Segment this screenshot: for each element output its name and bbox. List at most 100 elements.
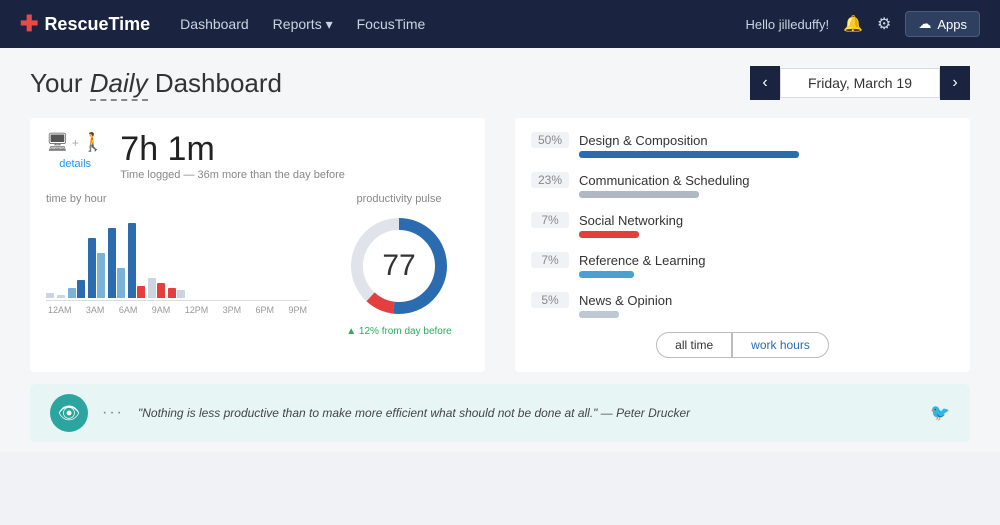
cat-bar-wrap: [579, 271, 954, 278]
right-panel: 50% Design & Composition 23% Communicati…: [515, 118, 970, 372]
cat-bar: [579, 231, 639, 238]
cat-pct: 5%: [531, 292, 569, 308]
eye-symbol: 👁: [58, 403, 81, 424]
bar: [168, 288, 176, 298]
title-prefix: Your: [30, 68, 83, 98]
time-label: 9PM: [288, 305, 307, 315]
nav-hello: Hello jilleduffy!: [746, 17, 830, 32]
time-labels: 12AM 3AM 6AM 9AM 12PM 3PM 6PM 9PM: [46, 305, 309, 315]
cat-name: Communication & Scheduling: [579, 173, 954, 188]
time-label: 12PM: [185, 305, 209, 315]
stats-row: 🖥 + 🚶 details 7h 1m Time logged — 36m mo…: [46, 132, 469, 181]
cat-label-row: 50% Design & Composition: [531, 132, 954, 148]
details-link[interactable]: details: [59, 158, 91, 170]
content-row: 🖥 + 🚶 details 7h 1m Time logged — 36m mo…: [30, 118, 970, 372]
cat-bar: [579, 151, 799, 158]
work-hours-toggle[interactable]: work hours: [732, 332, 829, 358]
time-by-hour: time by hour: [46, 193, 309, 315]
dots-icon[interactable]: ···: [102, 404, 124, 422]
cat-bar: [579, 311, 619, 318]
time-display: 7h 1m: [120, 132, 469, 166]
main-content: Your Daily Dashboard ‹ Friday, March 19 …: [0, 48, 1000, 452]
pulse-sub: ▲ 12% from day before: [329, 326, 469, 337]
cat-bar-wrap: [579, 191, 954, 198]
cat-pct: 7%: [531, 252, 569, 268]
bar: [137, 286, 145, 298]
bar: [177, 290, 185, 298]
title-italic[interactable]: Daily: [90, 68, 148, 101]
twitter-icon[interactable]: 🐦: [930, 403, 950, 423]
apps-button[interactable]: ☁ Apps: [905, 11, 980, 37]
bar-group: [148, 278, 165, 298]
bell-icon[interactable]: 🔔: [843, 14, 863, 34]
device-icons: 🖥 + 🚶 details: [46, 132, 104, 170]
pulse-score: 77: [382, 249, 415, 283]
wrench-icon[interactable]: ⚙: [877, 14, 891, 34]
nav-right: Hello jilleduffy! 🔔 ⚙ ☁ Apps: [746, 11, 981, 37]
time-sub: Time logged — 36m more than the day befo…: [120, 169, 469, 181]
monitor-icon: 🖥: [46, 132, 69, 153]
bar-group: [88, 238, 105, 298]
bar: [88, 238, 96, 298]
donut-chart: 77: [344, 211, 454, 321]
prev-date-button[interactable]: ‹: [750, 66, 780, 100]
quote-text: "Nothing is less productive than to make…: [138, 406, 916, 420]
header-row: Your Daily Dashboard ‹ Friday, March 19 …: [30, 66, 970, 100]
all-time-toggle[interactable]: all time: [656, 332, 732, 358]
cat-bar: [579, 271, 634, 278]
page-title: Your Daily Dashboard: [30, 68, 282, 99]
next-date-button[interactable]: ›: [940, 66, 970, 100]
bar: [68, 288, 76, 298]
nav-dashboard[interactable]: Dashboard: [180, 16, 249, 32]
time-label: 12AM: [48, 305, 72, 315]
cat-pct: 7%: [531, 212, 569, 228]
date-display: Friday, March 19: [780, 68, 940, 98]
bar-group: [108, 228, 125, 298]
cat-name: Social Networking: [579, 213, 954, 228]
cat-bar: [579, 191, 699, 198]
bar: [77, 280, 85, 298]
chart-title: time by hour: [46, 193, 309, 205]
bar-group: [68, 280, 85, 298]
person-icon: 🚶: [82, 132, 104, 153]
apps-label: Apps: [937, 17, 967, 32]
quote-bar: 👁 ··· "Nothing is less productive than t…: [30, 384, 970, 442]
nav-links: Dashboard Reports ▾ FocusTime: [180, 16, 745, 33]
date-navigation: ‹ Friday, March 19 ›: [750, 66, 970, 100]
cat-label-row: 5% News & Opinion: [531, 292, 954, 308]
time-label: 6AM: [119, 305, 138, 315]
time-label: 6PM: [256, 305, 275, 315]
bar: [128, 223, 136, 298]
time-label: 3PM: [223, 305, 242, 315]
bar-group: [168, 288, 185, 298]
cat-label-row: 7% Reference & Learning: [531, 252, 954, 268]
eye-icon: 👁: [50, 394, 88, 432]
cat-label-row: 7% Social Networking: [531, 212, 954, 228]
cat-label-row: 23% Communication & Scheduling: [531, 172, 954, 188]
cat-name: News & Opinion: [579, 293, 954, 308]
bar-group: [128, 223, 145, 298]
logo-icon: ✚: [20, 11, 38, 37]
cloud-icon: ☁: [918, 16, 931, 32]
bar: [148, 278, 156, 298]
cat-pct: 50%: [531, 132, 569, 148]
category-entry: 5% News & Opinion: [531, 292, 954, 318]
cat-pct: 23%: [531, 172, 569, 188]
bar: [97, 253, 105, 298]
charts-row: time by hour: [46, 193, 469, 337]
bar: [46, 293, 54, 298]
category-entry: 7% Social Networking: [531, 212, 954, 238]
category-entry: 23% Communication & Scheduling: [531, 172, 954, 198]
time-toggles: all time work hours: [531, 332, 954, 358]
cat-name: Reference & Learning: [579, 253, 954, 268]
pulse-title: productivity pulse: [329, 193, 469, 205]
bar-group: [57, 295, 65, 298]
bar: [157, 283, 165, 298]
nav-reports[interactable]: Reports ▾: [273, 16, 333, 33]
nav-focustime[interactable]: FocusTime: [357, 16, 426, 32]
logo[interactable]: ✚ RescueTime: [20, 11, 150, 37]
time-label: 9AM: [152, 305, 171, 315]
time-logged: 7h 1m Time logged — 36m more than the da…: [120, 132, 469, 181]
category-entry: 7% Reference & Learning: [531, 252, 954, 278]
cat-bar-wrap: [579, 231, 954, 238]
